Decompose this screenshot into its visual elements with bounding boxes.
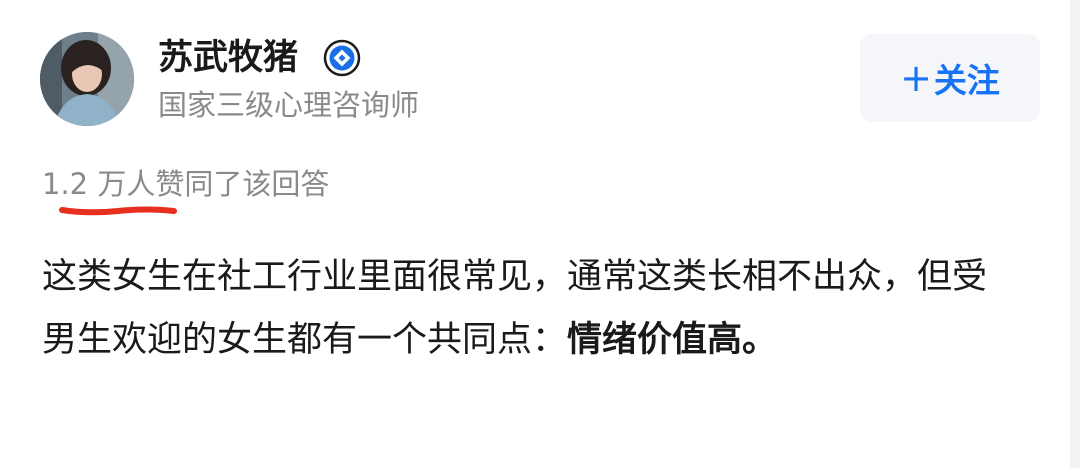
verified-badge-icon	[323, 39, 361, 77]
answer-text-bold: 情绪价值高	[567, 320, 743, 360]
author-avatar[interactable]	[40, 32, 134, 126]
answer-text: 这类女生在社工行业里面很常见，通常这类长相不出众，但受男生欢迎的女生都有一个共同…	[42, 246, 992, 372]
follow-button-label: 关注	[933, 61, 1000, 100]
answer-text-end: 。	[742, 320, 778, 360]
upvote-count-text: 1.2 万人赞同了该回答	[42, 167, 330, 201]
red-underline-annotation	[59, 206, 177, 216]
author-title: 国家三级心理咨询师	[158, 88, 420, 122]
right-edge	[1070, 0, 1080, 468]
avatar-image	[40, 32, 134, 126]
plus-icon: +	[900, 56, 932, 100]
author-name[interactable]: 苏武牧猪	[158, 36, 298, 80]
follow-button[interactable]: + 关注	[860, 34, 1040, 122]
answer-text-normal: 这类女生在社工行业里面很常见，通常这类长相不出众，但受男生欢迎的女生都有一个共同…	[42, 257, 988, 360]
